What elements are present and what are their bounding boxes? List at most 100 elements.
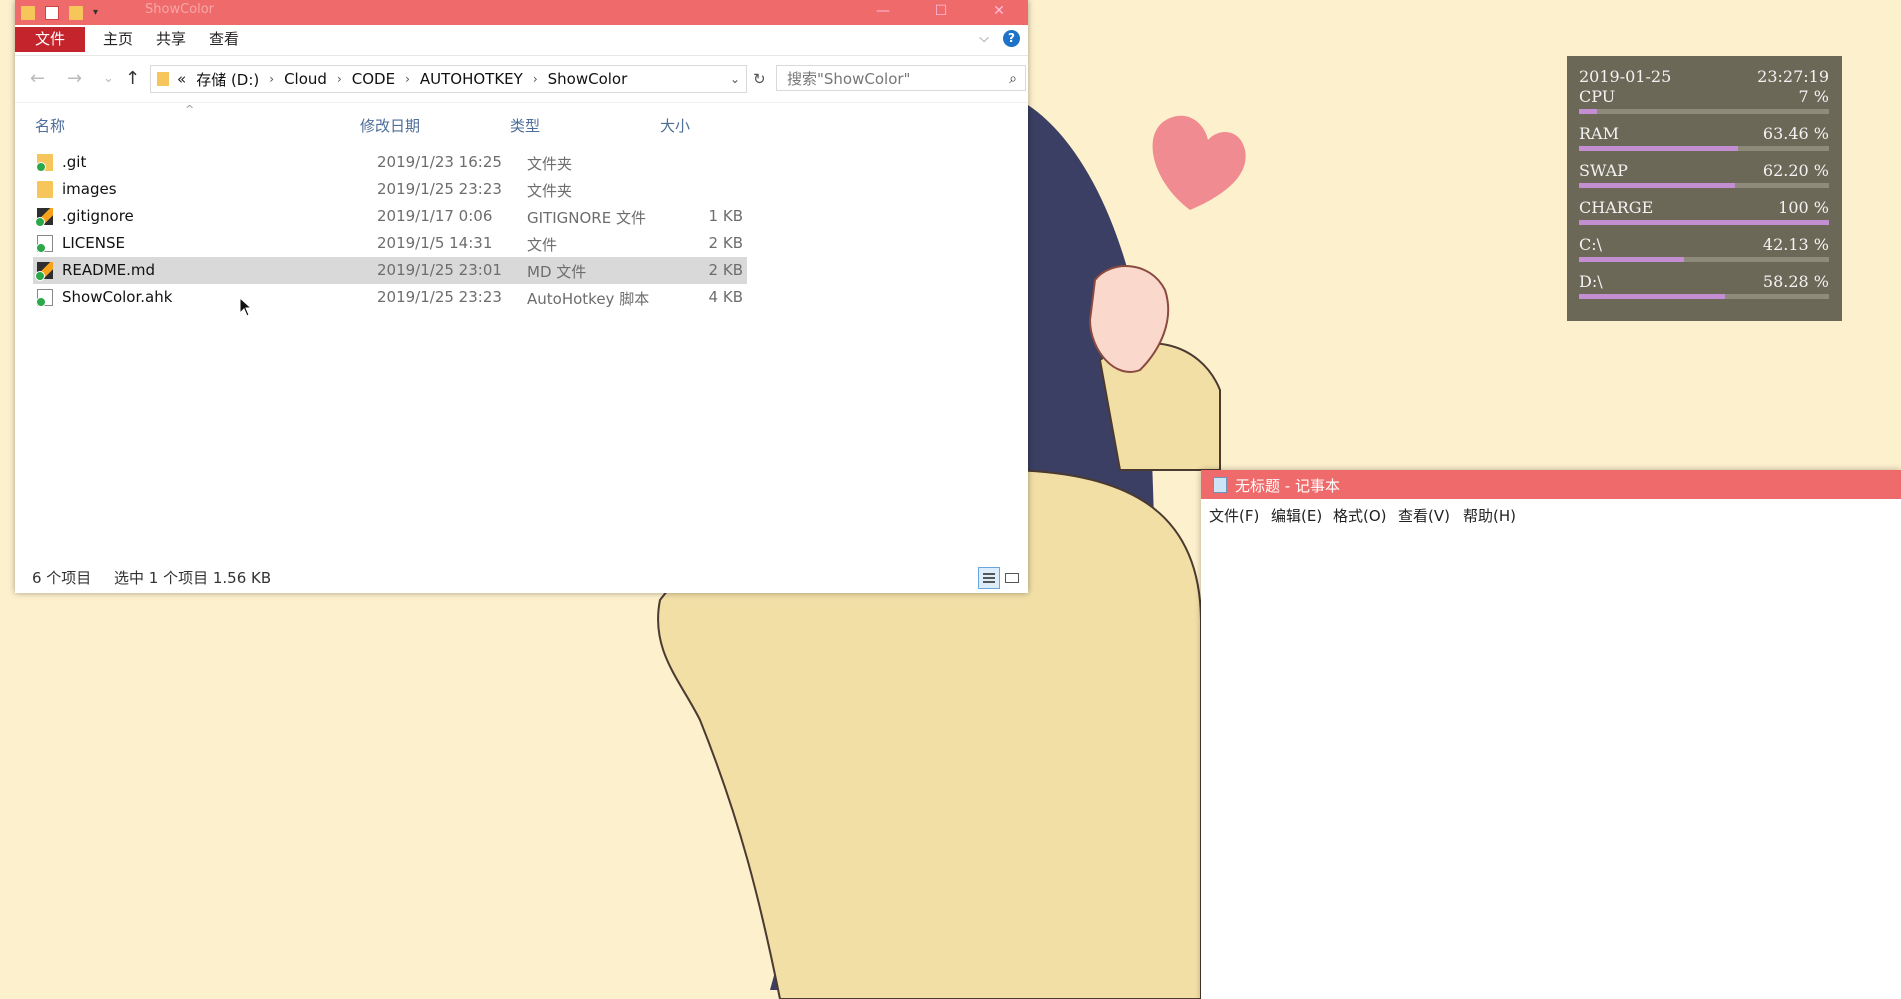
breadcrumb-autohotkey[interactable]: AUTOHOTKEY: [420, 70, 523, 88]
sysmon-bar: [1579, 294, 1829, 299]
file-type: MD 文件: [527, 263, 587, 281]
file-type: 文件夹: [527, 155, 573, 173]
file-name: .gitignore: [62, 207, 134, 225]
sysmon-bar-fill: [1579, 220, 1829, 225]
sysmon-bar-fill: [1579, 109, 1597, 114]
ahk-file-icon: [36, 289, 53, 307]
tab-home[interactable]: 主页: [103, 27, 133, 52]
file-name: LICENSE: [62, 234, 125, 252]
window-controls: — ☐ ✕: [854, 0, 1028, 25]
tab-file[interactable]: 文件: [15, 27, 85, 52]
address-dropdown-icon[interactable]: ⌄: [730, 72, 740, 86]
sort-ascending-icon: ^: [185, 103, 195, 116]
refresh-icon[interactable]: ↻: [753, 70, 766, 88]
details-view-icon[interactable]: [978, 567, 1000, 589]
notepad-text-area[interactable]: [1201, 527, 1901, 999]
file-name: ShowColor.ahk: [62, 288, 173, 306]
menu-help[interactable]: 帮助(H): [1463, 505, 1516, 526]
table-row[interactable]: images 2019/1/25 23:23 文件夹: [33, 176, 747, 203]
search-input[interactable]: 搜索"ShowColor" ⌕: [776, 65, 1026, 91]
sysmon-row-ram: RAM 63.46 %: [1579, 124, 1829, 161]
breadcrumb-separator-icon[interactable]: ›: [269, 72, 274, 86]
breadcrumb-drive[interactable]: 存储 (D:): [196, 69, 259, 90]
table-row[interactable]: ShowColor.ahk 2019/1/25 23:23 AutoHotkey…: [33, 284, 747, 311]
sysmon-label: D:\: [1579, 272, 1603, 291]
help-icon[interactable]: ?: [1003, 30, 1020, 47]
large-icons-view-icon[interactable]: [1002, 567, 1024, 589]
column-size[interactable]: 大小: [660, 115, 690, 136]
explorer-titlebar[interactable]: ▾ ShowColor — ☐ ✕: [15, 0, 1028, 25]
file-size: 2 KB: [708, 234, 743, 252]
sysmon-bar: [1579, 146, 1829, 151]
file-date: 2019/1/25 23:23: [377, 288, 502, 306]
properties-icon[interactable]: [45, 5, 59, 20]
table-row-selected[interactable]: README.md 2019/1/25 23:01 MD 文件 2 KB: [33, 257, 747, 284]
menu-file[interactable]: 文件(F): [1209, 505, 1259, 526]
sysmon-date: 2019-01-25: [1579, 67, 1672, 86]
folder-icon: [37, 181, 53, 198]
sysmon-value: 100 %: [1778, 198, 1829, 217]
sysmon-bar-fill: [1579, 183, 1735, 188]
breadcrumb-separator-icon[interactable]: ›: [405, 72, 410, 86]
tab-view[interactable]: 查看: [209, 27, 239, 52]
folder-icon: [157, 72, 169, 86]
table-row[interactable]: LICENSE 2019/1/5 14:31 文件 2 KB: [33, 230, 747, 257]
sysmon-row-d-drive: D:\ 58.28 %: [1579, 272, 1829, 309]
column-name[interactable]: 名称: [35, 115, 65, 136]
sysmon-bar-fill: [1579, 146, 1738, 151]
file-date: 2019/1/25 23:23: [377, 180, 502, 198]
sysmon-value: 42.13 %: [1762, 235, 1829, 254]
breadcrumb-separator-icon[interactable]: ›: [533, 72, 538, 86]
column-type[interactable]: 类型: [510, 115, 540, 136]
breadcrumb-showcolor[interactable]: ShowColor: [548, 70, 628, 88]
sysmon-value: 63.46 %: [1762, 124, 1829, 143]
menu-view[interactable]: 查看(V): [1398, 505, 1450, 526]
sysmon-label: RAM: [1579, 124, 1619, 143]
sysmon-value: 62.20 %: [1762, 161, 1829, 180]
tab-share[interactable]: 共享: [156, 27, 186, 52]
notepad-icon: [1213, 477, 1227, 493]
file-date: 2019/1/25 23:01: [377, 261, 502, 279]
file-type: 文件: [527, 236, 558, 254]
notepad-menubar: 文件(F) 编辑(E) 格式(O) 查看(V) 帮助(H): [1201, 499, 1901, 527]
table-row[interactable]: .git 2019/1/23 16:25 文件夹: [33, 149, 747, 176]
file-icon: [36, 235, 53, 253]
file-size: 2 KB: [708, 261, 743, 279]
file-explorer-window: ▾ ShowColor — ☐ ✕ 文件 主页 共享 查看 ⌵ ? ← → ⌄ …: [15, 0, 1028, 593]
maximize-button[interactable]: ☐: [912, 0, 970, 25]
forward-button[interactable]: →: [67, 68, 82, 89]
menu-format[interactable]: 格式(O): [1333, 505, 1387, 526]
breadcrumb-separator-icon[interactable]: ›: [337, 72, 342, 86]
sysmon-label: C:\: [1579, 235, 1603, 254]
column-date-modified[interactable]: 修改日期: [360, 115, 420, 136]
minimize-button[interactable]: —: [854, 0, 912, 25]
search-icon[interactable]: ⌕: [1009, 66, 1017, 92]
sysmon-value: 7 %: [1798, 87, 1829, 106]
address-overflow[interactable]: «: [177, 70, 186, 88]
sysmon-label: SWAP: [1579, 161, 1628, 180]
sysmon-label: CHARGE: [1579, 198, 1654, 217]
quick-access-toolbar: ▾: [21, 0, 98, 25]
menu-edit[interactable]: 编辑(E): [1271, 505, 1322, 526]
customize-toolbar-icon[interactable]: ▾: [93, 7, 98, 18]
breadcrumb-code[interactable]: CODE: [352, 70, 395, 88]
expand-ribbon-icon[interactable]: ⌵: [979, 31, 989, 46]
up-button[interactable]: ↑: [125, 68, 140, 89]
system-monitor-widget: 2019-01-25 23:27:19 CPU 7 % RAM 63.46 % …: [1567, 56, 1842, 321]
file-date: 2019/1/23 16:25: [377, 153, 502, 171]
file-type: 文件夹: [527, 182, 573, 200]
address-bar[interactable]: « 存储 (D:) › Cloud › CODE › AUTOHOTKEY › …: [150, 65, 747, 93]
new-folder-icon[interactable]: [69, 5, 83, 20]
table-row[interactable]: .gitignore 2019/1/17 0:06 GITIGNORE 文件 1…: [33, 203, 747, 230]
notepad-titlebar[interactable]: 无标题 - 记事本: [1201, 470, 1901, 499]
close-button[interactable]: ✕: [970, 0, 1028, 25]
sysmon-bar-fill: [1579, 294, 1725, 299]
file-size: 1 KB: [708, 207, 743, 225]
recent-locations-button[interactable]: ⌄: [103, 71, 114, 86]
column-headers: ^ 名称 修改日期 类型 大小: [15, 103, 1028, 149]
file-size: 4 KB: [708, 288, 743, 306]
back-button[interactable]: ←: [30, 68, 45, 89]
sysmon-bar: [1579, 220, 1829, 225]
breadcrumb-cloud[interactable]: Cloud: [284, 70, 327, 88]
window-title: ShowColor: [145, 2, 215, 17]
